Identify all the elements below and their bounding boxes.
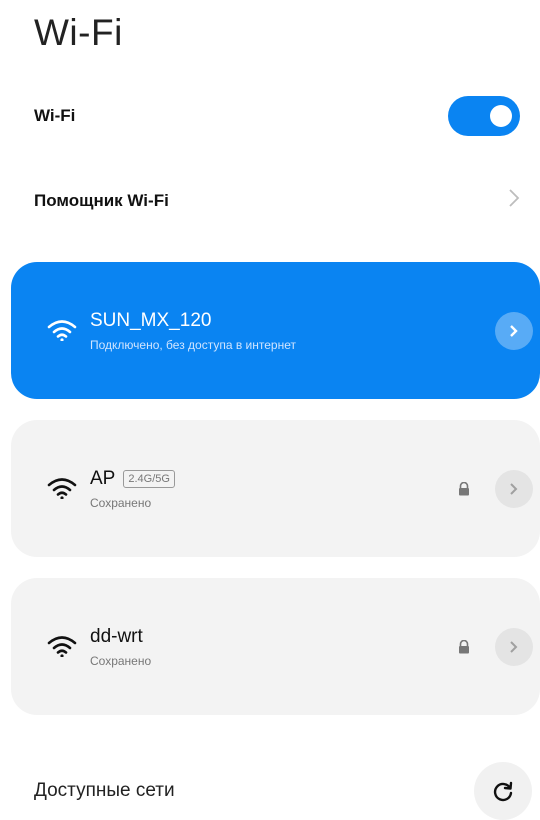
toggle-knob <box>490 105 512 127</box>
wifi-icon <box>47 636 77 657</box>
network-name: SUN_MX_120 <box>90 310 296 332</box>
refresh-icon <box>493 781 513 802</box>
lock-icon <box>459 640 469 654</box>
wifi-toggle-label: Wi-Fi <box>34 106 76 125</box>
wifi-icon <box>47 478 77 499</box>
network-details-button[interactable] <box>495 628 533 666</box>
network-name-text: SUN_MX_120 <box>90 310 212 331</box>
lock-icon <box>459 482 469 496</box>
wifi-toggle-switch[interactable] <box>448 96 520 136</box>
network-status: Сохранено <box>90 496 152 510</box>
wifi-assistant-label: Помощник Wi-Fi <box>34 191 169 210</box>
chevron-right-icon <box>510 325 518 337</box>
chevron-right-icon <box>510 641 518 653</box>
network-name: dd-wrt <box>90 626 151 648</box>
network-card-saved[interactable]: dd-wrt Сохранено <box>11 578 540 715</box>
chevron-right-icon <box>510 483 518 495</box>
network-details-button[interactable] <box>495 312 533 350</box>
network-details-button[interactable] <box>495 470 533 508</box>
network-name-text: dd-wrt <box>90 626 143 647</box>
wifi-toggle-row[interactable]: Wi-Fi <box>34 96 520 136</box>
network-status: Сохранено <box>90 654 152 668</box>
chevron-right-icon <box>508 187 520 215</box>
wifi-icon <box>47 320 77 341</box>
available-networks-label: Доступные сети <box>34 780 175 801</box>
network-status: Подключено, без доступа в интернет <box>90 338 296 352</box>
page-title: Wi-Fi <box>34 12 123 53</box>
band-badge: 2.4G/5G <box>123 470 175 488</box>
network-card-connected[interactable]: SUN_MX_120 Подключено, без доступа в инт… <box>11 262 540 399</box>
wifi-assistant-row[interactable]: Помощник Wi-Fi <box>34 186 520 216</box>
network-name: AP 2.4G/5G <box>90 468 175 490</box>
network-name-text: AP <box>90 468 116 489</box>
refresh-button[interactable] <box>474 762 532 820</box>
network-card-saved[interactable]: AP 2.4G/5G Сохранено <box>11 420 540 557</box>
